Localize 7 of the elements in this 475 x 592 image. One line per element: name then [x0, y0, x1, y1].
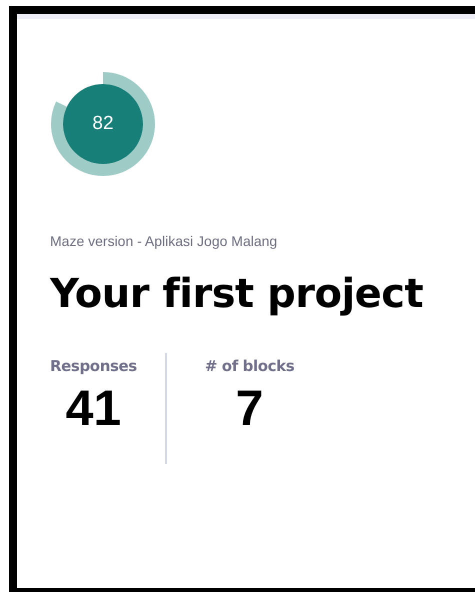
score-value: 82	[92, 113, 114, 135]
project-subtitle: Maze version - Aplikasi Jogo Malang	[50, 233, 278, 249]
stat-label: Responses	[50, 357, 137, 375]
stat-value: 7	[236, 379, 264, 437]
stat-value: 41	[66, 379, 122, 437]
stat-label: # of blocks	[204, 357, 294, 375]
project-title: Your first project	[50, 271, 424, 317]
